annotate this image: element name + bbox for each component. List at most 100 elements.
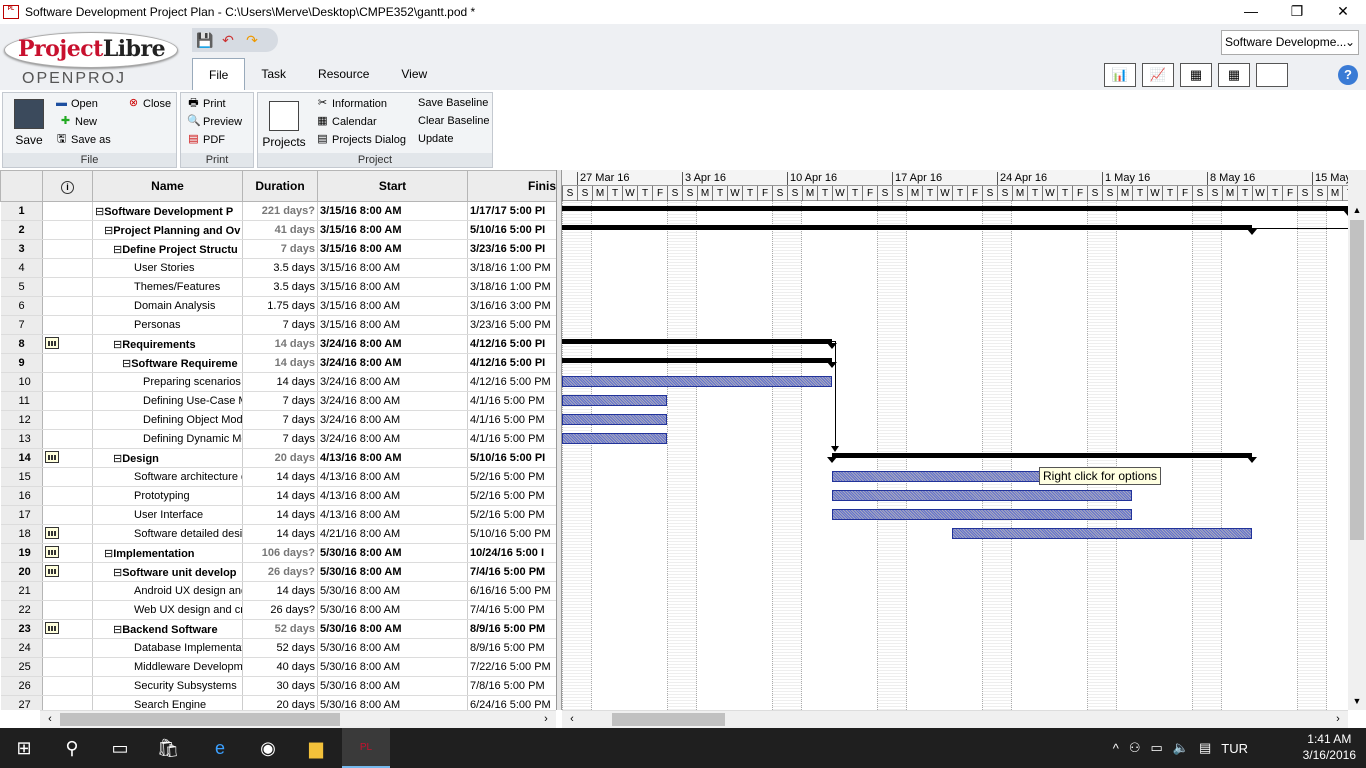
scroll-left-icon[interactable]: ‹: [42, 711, 58, 728]
row-id[interactable]: 26: [0, 676, 43, 696]
row-duration[interactable]: 20 days: [242, 695, 318, 710]
notifications-icon[interactable]: ▤: [1199, 740, 1211, 756]
row-start[interactable]: 4/13/16 8:00 AM: [317, 486, 468, 506]
edge-icon[interactable]: e: [196, 728, 244, 768]
row-name[interactable]: Preparing scenarios: [92, 372, 243, 392]
row-name[interactable]: Defining Dynamic Moc: [92, 429, 243, 449]
row-finish[interactable]: 7/4/16 5:00 PM: [467, 562, 558, 582]
row-start[interactable]: 5/30/16 8:00 AM: [317, 676, 468, 696]
table-horizontal-scrollbar[interactable]: ‹ ›: [40, 710, 556, 728]
tab-view[interactable]: View: [385, 58, 443, 90]
row-name[interactable]: Database Implementatio: [92, 638, 243, 658]
projects-button[interactable]: Projects: [260, 101, 308, 149]
row-finish[interactable]: 5/10/16 5:00 PI: [467, 220, 558, 240]
row-finish[interactable]: 4/1/16 5:00 PM: [467, 391, 558, 411]
table-row[interactable]: 25 Middleware Developmer 40 days 5/30/16 8:…: [0, 657, 558, 677]
row-name[interactable]: Security Subsystems: [92, 676, 243, 696]
row-name[interactable]: Web UX design and crea: [92, 600, 243, 620]
histogram-view-icon[interactable]: 📊: [1104, 63, 1136, 87]
row-duration[interactable]: 52 days: [242, 638, 318, 658]
row-id[interactable]: 7: [0, 315, 43, 335]
row-start[interactable]: 3/24/16 8:00 AM: [317, 334, 468, 354]
header-start[interactable]: Start: [317, 170, 468, 202]
maximize-button[interactable]: ❐: [1274, 0, 1320, 22]
table-row[interactable]: 10 Preparing scenarios 14 days 3/24/16 8:00…: [0, 372, 558, 392]
row-duration[interactable]: 40 days: [242, 657, 318, 677]
row-name[interactable]: Themes/Features: [92, 277, 243, 297]
tab-resource[interactable]: Resource: [302, 58, 385, 90]
row-duration[interactable]: 7 days: [242, 239, 318, 259]
row-finish[interactable]: 5/10/16 5:00 PI: [467, 448, 558, 468]
scroll-right-icon[interactable]: ›: [538, 711, 554, 728]
row-id[interactable]: 2: [0, 220, 43, 240]
table-row[interactable]: 3 ⊟Define Project Structu 7 days 3/15/16 8:…: [0, 239, 558, 259]
row-finish[interactable]: 1/17/17 5:00 PI: [467, 201, 558, 221]
app-logo[interactable]: ProjectLibre OPENPROJ: [2, 30, 192, 88]
row-duration[interactable]: 14 days: [242, 524, 318, 544]
row-name[interactable]: Defining Use-Case Mo: [92, 391, 243, 411]
scroll-up-icon[interactable]: ▲: [1348, 201, 1366, 219]
gantt-task-bar[interactable]: [832, 490, 1132, 501]
row-start[interactable]: 4/13/16 8:00 AM: [317, 448, 468, 468]
gantt-task-bar[interactable]: [562, 376, 832, 387]
row-finish[interactable]: 4/12/16 5:00 PI: [467, 353, 558, 373]
information-button[interactable]: ✂ Information: [316, 97, 387, 110]
row-start[interactable]: 4/21/16 8:00 AM: [317, 524, 468, 544]
table-row[interactable]: 5 Themes/Features 3.5 days 3/15/16 8:00 AM 3…: [0, 277, 558, 297]
row-name[interactable]: ⊟Backend Software: [92, 619, 243, 639]
row-name[interactable]: ⊟Software Requireme: [92, 353, 243, 373]
row-start[interactable]: 3/24/16 8:00 AM: [317, 429, 468, 449]
table-row[interactable]: 18 Software detailed desig 14 days 4/21/16 …: [0, 524, 558, 544]
gantt-scroll-right-icon[interactable]: ›: [1330, 711, 1346, 728]
row-finish[interactable]: 8/9/16 5:00 PM: [467, 619, 558, 639]
save-as-button[interactable]: 🖫 Save as: [55, 133, 111, 146]
row-finish[interactable]: 3/16/16 3:00 PM: [467, 296, 558, 316]
gantt-summary-bar[interactable]: [562, 225, 1257, 235]
row-name[interactable]: User Interface: [92, 505, 243, 525]
row-id[interactable]: 8: [0, 334, 43, 354]
new-button[interactable]: ✚ New: [59, 115, 97, 128]
task-view-icon[interactable]: ▭: [96, 728, 144, 768]
row-id[interactable]: 11: [0, 391, 43, 411]
row-id[interactable]: 9: [0, 353, 43, 373]
row-start[interactable]: 3/15/16 8:00 AM: [317, 201, 468, 221]
row-name[interactable]: Defining Object Mode: [92, 410, 243, 430]
row-start[interactable]: 5/30/16 8:00 AM: [317, 695, 468, 710]
table-row[interactable]: 7 Personas 7 days 3/15/16 8:00 AM 3/23/16 5:…: [0, 315, 558, 335]
row-finish[interactable]: 3/18/16 1:00 PM: [467, 277, 558, 297]
gantt-summary-bar[interactable]: [827, 453, 1257, 463]
row-name[interactable]: ⊟Design: [92, 448, 243, 468]
row-name[interactable]: User Stories: [92, 258, 243, 278]
row-name[interactable]: Personas: [92, 315, 243, 335]
row-id[interactable]: 4: [0, 258, 43, 278]
row-duration[interactable]: 14 days: [242, 505, 318, 525]
clock[interactable]: 1:41 AM 3/16/2016: [1303, 731, 1356, 763]
row-start[interactable]: 5/30/16 8:00 AM: [317, 562, 468, 582]
row-duration[interactable]: 30 days: [242, 676, 318, 696]
row-duration[interactable]: 41 days: [242, 220, 318, 240]
collapse-icon[interactable]: ⊟: [113, 624, 122, 636]
clear-baseline-button[interactable]: Clear Baseline: [418, 115, 490, 127]
undo-icon[interactable]: ↶: [220, 32, 236, 49]
row-start[interactable]: 3/15/16 8:00 AM: [317, 296, 468, 316]
row-start[interactable]: 3/15/16 8:00 AM: [317, 258, 468, 278]
row-duration[interactable]: 20 days: [242, 448, 318, 468]
row-finish[interactable]: 4/12/16 5:00 PI: [467, 334, 558, 354]
row-finish[interactable]: 6/16/16 5:00 PM: [467, 581, 558, 601]
row-id[interactable]: 6: [0, 296, 43, 316]
help-icon[interactable]: ?: [1338, 65, 1358, 85]
row-name[interactable]: ⊟Requirements: [92, 334, 243, 354]
save-icon[interactable]: 💾: [196, 32, 213, 49]
row-start[interactable]: 5/30/16 8:00 AM: [317, 638, 468, 658]
gantt-chart[interactable]: 27 Mar 16 3 Apr 16 10 Apr 16 17 Apr 16 24 Ap…: [562, 170, 1348, 710]
header-duration[interactable]: Duration: [242, 170, 318, 202]
project-view-select[interactable]: Software Developme... ⌄: [1221, 30, 1359, 55]
gantt-summary-bar[interactable]: [562, 206, 1348, 216]
row-start[interactable]: 5/30/16 8:00 AM: [317, 619, 468, 639]
gantt-scroll-thumb[interactable]: [612, 713, 725, 726]
windows-start-icon[interactable]: ⊞: [0, 728, 48, 768]
projectlibre-taskbar-icon[interactable]: PL: [342, 728, 390, 768]
row-duration[interactable]: 7 days: [242, 315, 318, 335]
table-row[interactable]: 19 ⊟Implementation 106 days? 5/30/16 8:00 A…: [0, 543, 558, 563]
table-row[interactable]: 6 Domain Analysis 1.75 days 3/15/16 8:00 AM…: [0, 296, 558, 316]
